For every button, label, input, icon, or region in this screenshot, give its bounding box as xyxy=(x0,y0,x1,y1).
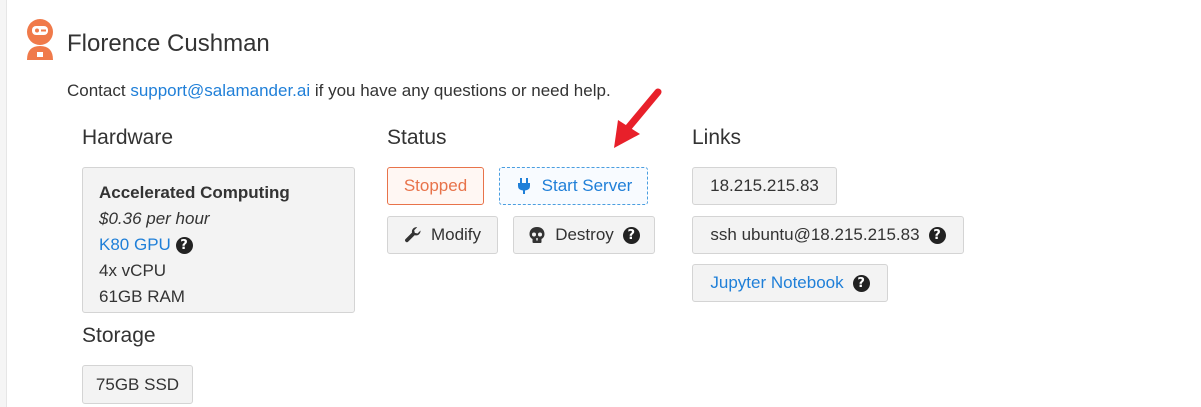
status-state: Stopped xyxy=(403,176,468,195)
modify-label: Modify xyxy=(430,225,482,244)
destroy-label: Destroy xyxy=(555,225,614,244)
red-arrow-icon xyxy=(614,88,662,148)
contact-suffix: if you have any questions or need help. xyxy=(310,81,611,100)
links-heading: Links xyxy=(692,126,742,149)
question-circle-icon[interactable]: ? xyxy=(622,226,640,244)
status-heading: Status xyxy=(387,126,447,149)
modify-button[interactable]: Modify xyxy=(387,216,498,254)
hardware-cpu: 4x vCPU xyxy=(99,261,167,280)
ip-address: 18.215.215.83 xyxy=(710,176,819,195)
question-circle-icon[interactable]: ? xyxy=(175,237,193,254)
ssh-command-badge[interactable]: ssh ubuntu@18.215.215.83 ? xyxy=(692,216,964,254)
contact-prefix: Contact xyxy=(67,81,131,100)
ssh-command: ssh ubuntu@18.215.215.83 xyxy=(710,225,920,244)
storage-badge: 75GB SSD xyxy=(82,365,193,404)
hardware-price: $0.36 per hour xyxy=(99,209,210,228)
gpu-link[interactable]: K80 GPU xyxy=(99,235,171,254)
question-circle-icon[interactable]: ? xyxy=(852,274,870,292)
hardware-heading: Hardware xyxy=(82,126,174,149)
salamander-logo-icon xyxy=(27,19,53,60)
hardware-type: Accelerated Computing xyxy=(99,183,290,202)
wrench-icon xyxy=(405,227,421,243)
destroy-button[interactable]: Destroy ? xyxy=(513,216,655,254)
ip-address-badge[interactable]: 18.215.215.83 xyxy=(692,167,837,205)
jupyter-notebook-button[interactable]: Jupyter Notebook ? xyxy=(692,264,888,302)
status-badge: Stopped xyxy=(387,167,484,205)
storage-size: 75GB SSD xyxy=(95,374,180,394)
hardware-ram: 61GB RAM xyxy=(99,287,185,306)
page-title: Florence Cushman xyxy=(67,30,270,57)
skull-icon xyxy=(529,227,545,243)
contact-text: Contact support@salamander.ai if you hav… xyxy=(67,81,611,101)
storage-heading: Storage xyxy=(82,324,156,347)
question-circle-icon[interactable]: ? xyxy=(928,226,946,244)
plug-icon xyxy=(517,178,530,194)
support-email-link[interactable]: support@salamander.ai xyxy=(130,81,310,100)
start-server-button[interactable]: Start Server xyxy=(499,167,648,205)
start-server-label: Start Server xyxy=(541,176,633,195)
hardware-card: Accelerated Computing $0.36 per hour K80… xyxy=(82,167,355,313)
left-sidebar-edge xyxy=(0,0,7,407)
jupyter-label: Jupyter Notebook xyxy=(710,273,844,292)
